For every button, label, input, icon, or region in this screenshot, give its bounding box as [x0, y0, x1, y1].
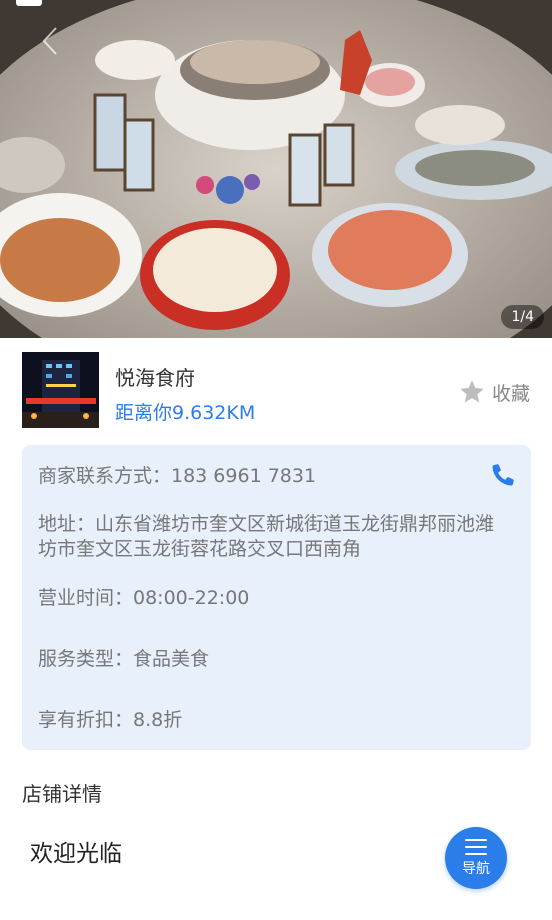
phone-text: 商家联系方式：183 6961 7831 [38, 465, 317, 487]
navigation-button[interactable]: 导航 [445, 827, 507, 889]
shop-header: 悦海食府 距离你9.632KM 收藏 [0, 338, 552, 434]
service-type-text: 服务类型：食品美食 [38, 648, 210, 670]
favorite-label: 收藏 [491, 382, 530, 405]
shop-info-card: 商家联系方式：183 6961 7831 地址：山东省潍坊市奎文区新城街道玉龙街… [22, 445, 531, 750]
back-arrow-icon[interactable] [38, 24, 62, 58]
shop-thumbnail[interactable] [22, 352, 99, 428]
shop-name: 悦海食府 [115, 366, 195, 390]
address-text: 地址：山东省潍坊市奎文区新城街道玉龙街鼎邦丽池潍坊市奎文区玉龙街蓉花路交叉口西南… [38, 513, 495, 560]
star-icon [460, 380, 484, 403]
navigation-label: 导航 [462, 861, 490, 877]
food-gallery-image[interactable]: 1/4 [0, 0, 552, 338]
welcome-text: 欢迎光临 [30, 841, 122, 867]
phone-icon[interactable] [489, 461, 517, 489]
status-bar-icon [16, 0, 42, 6]
menu-icon [465, 839, 487, 855]
favorite-button[interactable]: 收藏 [458, 378, 530, 406]
discount-text: 享有折扣：8.8折 [38, 709, 183, 731]
shop-distance: 距离你9.632KM [115, 402, 256, 424]
gallery-pager: 1/4 [501, 305, 544, 329]
hours-text: 营业时间：08:00-22:00 [38, 587, 250, 609]
store-details-title: 店铺详情 [22, 782, 102, 806]
